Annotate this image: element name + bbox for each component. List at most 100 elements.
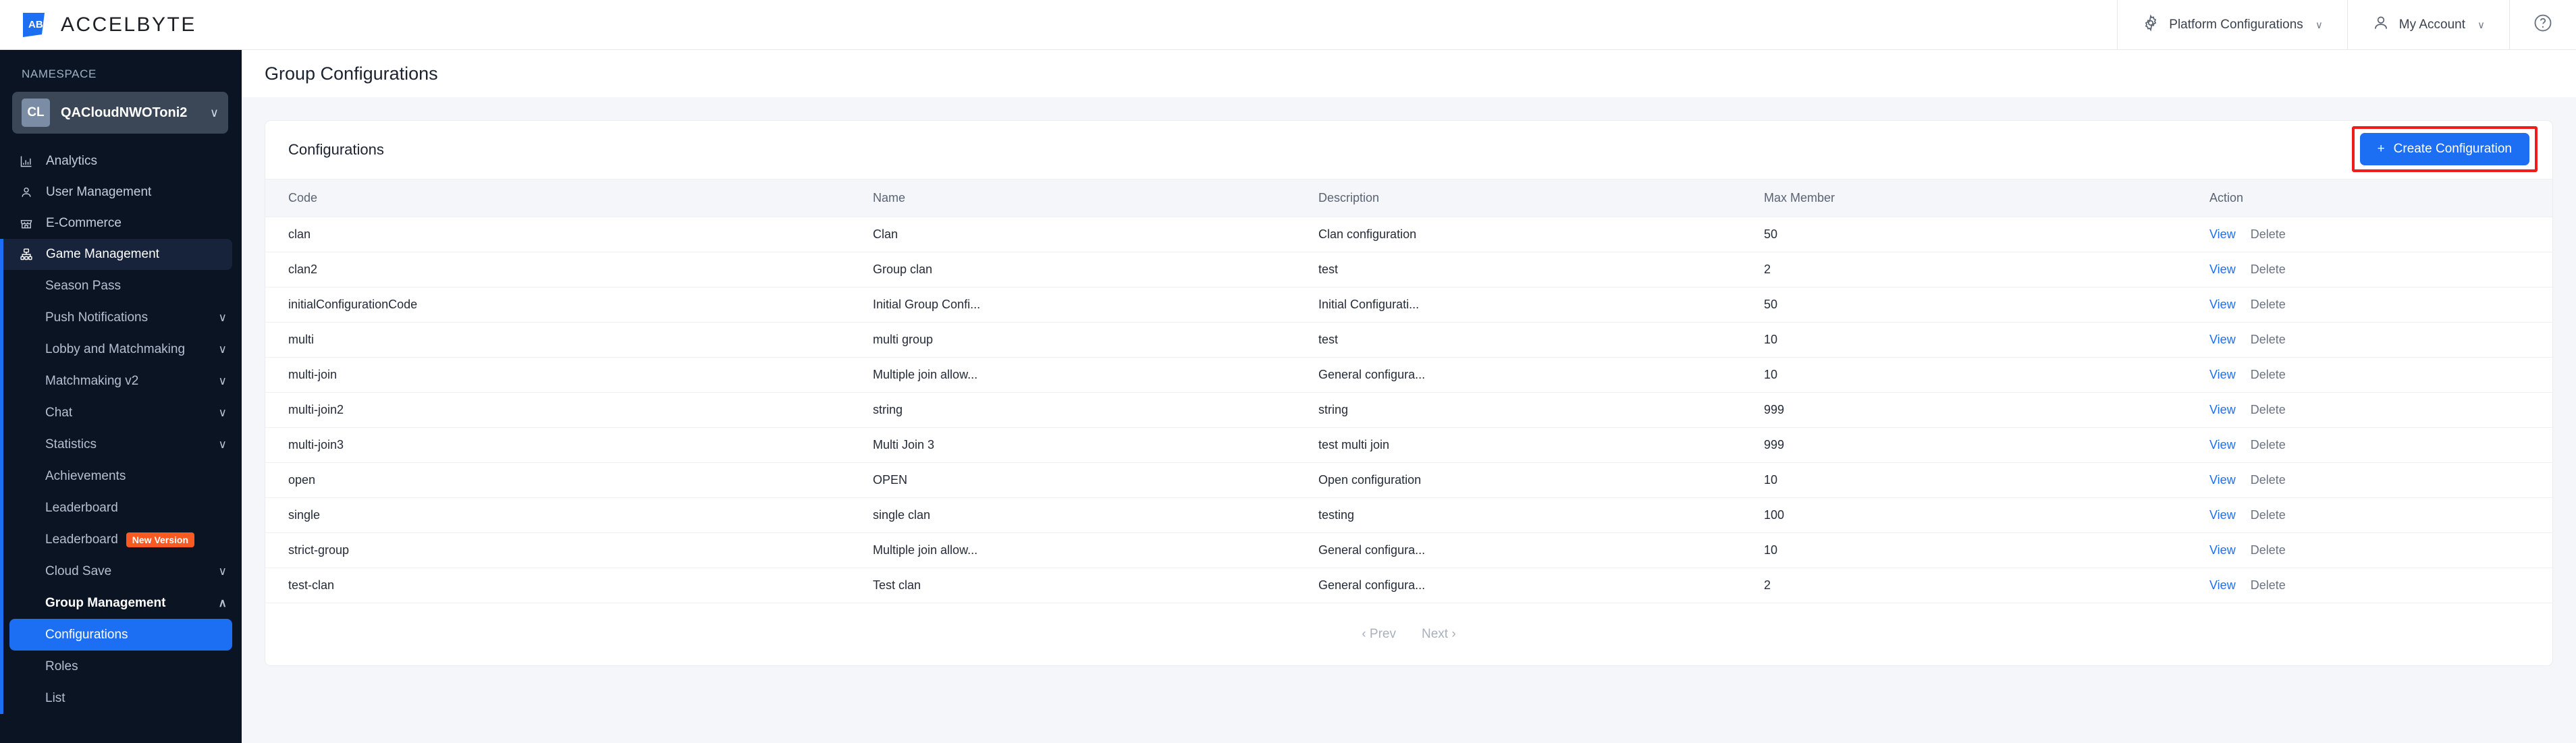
view-button[interactable]: View	[2209, 263, 2236, 276]
cell-action: View Delete	[2209, 252, 2552, 287]
cell-description: Initial Configurati...	[1318, 287, 1764, 323]
column-header-max-member[interactable]: Max Member	[1764, 179, 2209, 217]
sidebar-item-push-notifications[interactable]: Push Notifications ∨	[3, 302, 242, 333]
view-button[interactable]: View	[2209, 368, 2236, 381]
help-circle-icon	[2533, 13, 2553, 36]
sidebar: NAMESPACE CL QACloudNWOToni2 ∨ Analytics…	[0, 50, 242, 743]
chevron-down-icon: ∨	[218, 437, 227, 451]
sidebar-item-label: User Management	[46, 185, 152, 199]
cell-description: test	[1318, 322, 1764, 358]
cell-action: View Delete	[2209, 568, 2552, 603]
sidebar-item-lobby-and-matchmaking[interactable]: Lobby and Matchmaking ∨	[3, 333, 242, 365]
card-header: Configurations + Create Configuration	[265, 121, 2552, 179]
sidebar-item-cloud-save[interactable]: Cloud Save ∨	[3, 555, 242, 587]
table-row: strict-group Multiple join allow... Genera…	[265, 532, 2552, 568]
delete-button[interactable]: Delete	[2251, 508, 2286, 522]
cell-name: string	[873, 392, 1318, 428]
main-content: Group Configurations Configurations + Cr…	[242, 50, 2576, 743]
sidebar-item-analytics[interactable]: Analytics	[0, 146, 242, 177]
sidebar-item-label: Lobby and Matchmaking	[45, 341, 186, 356]
brand-name: ACCELBYTE	[61, 13, 196, 36]
view-button[interactable]: View	[2209, 473, 2236, 487]
view-button[interactable]: View	[2209, 578, 2236, 592]
store-icon	[19, 216, 34, 231]
view-button[interactable]: View	[2209, 543, 2236, 557]
cell-max-member: 10	[1764, 357, 2209, 393]
sidebar-item-season-pass[interactable]: Season Pass	[3, 270, 242, 302]
delete-button[interactable]: Delete	[2251, 438, 2286, 451]
cell-max-member: 100	[1764, 497, 2209, 533]
cell-action: View Delete	[2209, 217, 2552, 252]
column-header-description[interactable]: Description	[1318, 179, 1764, 217]
plus-icon: +	[2377, 142, 2385, 156]
sidebar-item-roles[interactable]: Roles	[3, 651, 242, 682]
namespace-selector[interactable]: CL QACloudNWOToni2 ∨	[12, 92, 228, 134]
sidebar-item-achievements[interactable]: Achievements	[3, 460, 242, 492]
delete-button[interactable]: Delete	[2251, 403, 2286, 416]
sidebar-item-leaderboard[interactable]: Leaderboard	[3, 492, 242, 524]
view-button[interactable]: View	[2209, 227, 2236, 241]
cell-description: General configura...	[1318, 357, 1764, 393]
sidebar-item-configurations[interactable]: Configurations	[9, 619, 232, 651]
cell-description: test	[1318, 252, 1764, 287]
cell-max-member: 999	[1764, 392, 2209, 428]
sidebar-item-statistics[interactable]: Statistics ∨	[3, 429, 242, 460]
column-header-name[interactable]: Name	[873, 179, 1318, 217]
sidebar-item-e-commerce[interactable]: E-Commerce	[0, 208, 242, 239]
sidebar-item-list[interactable]: List	[3, 682, 242, 714]
configurations-table: Code Name Description Max Member Action …	[265, 179, 2552, 603]
sidebar-item-group-management[interactable]: Group Management ∧	[3, 587, 242, 619]
sidebar-item-user-management[interactable]: User Management	[0, 177, 242, 208]
sidebar-item-leaderboard-new-version[interactable]: Leaderboard New Version	[3, 524, 242, 555]
help-button[interactable]	[2509, 0, 2576, 50]
create-configuration-button[interactable]: + Create Configuration	[2359, 133, 2529, 165]
cell-code: multi-join3	[265, 427, 873, 463]
my-account-menu[interactable]: My Account ∨	[2346, 0, 2509, 50]
cell-action: View Delete	[2209, 322, 2552, 358]
brand-logo[interactable]: AB ACCELBYTE	[0, 10, 196, 40]
sidebar-item-game-management[interactable]: Game Management	[0, 239, 232, 270]
view-button[interactable]: View	[2209, 508, 2236, 522]
chevron-right-icon: ›	[1451, 627, 1456, 641]
next-page-label: Next	[1422, 627, 1449, 641]
table-row: single single clan testing 100 View Delete	[265, 497, 2552, 533]
delete-button[interactable]: Delete	[2251, 333, 2286, 346]
platform-configurations-menu[interactable]: Platform Configurations ∨	[2117, 0, 2347, 50]
column-header-code[interactable]: Code	[265, 179, 873, 217]
cell-code: clan	[265, 217, 873, 252]
view-button[interactable]: View	[2209, 298, 2236, 311]
delete-button[interactable]: Delete	[2251, 543, 2286, 557]
chevron-down-icon: ∨	[218, 564, 227, 578]
prev-page-button[interactable]: ‹ Prev	[1362, 627, 1396, 642]
delete-button[interactable]: Delete	[2251, 368, 2286, 381]
top-bar: AB ACCELBYTE Platform Configurations ∨ M…	[0, 0, 2576, 50]
sidebar-item-label: Achievements	[45, 468, 126, 483]
sidebar-item-label: Game Management	[46, 247, 159, 261]
sidebar-item-label: Push Notifications	[45, 310, 149, 325]
column-header-action: Action	[2209, 179, 2552, 217]
sidebar-item-label: Analytics	[46, 154, 98, 168]
table-header: Code Name Description Max Member Action	[265, 179, 2552, 217]
delete-button[interactable]: Delete	[2251, 227, 2286, 241]
view-button[interactable]: View	[2209, 333, 2236, 346]
cell-action: View Delete	[2209, 392, 2552, 428]
next-page-button[interactable]: Next ›	[1422, 627, 1456, 642]
cell-name: Group clan	[873, 252, 1318, 287]
view-button[interactable]: View	[2209, 438, 2236, 451]
view-button[interactable]: View	[2209, 403, 2236, 416]
delete-button[interactable]: Delete	[2251, 263, 2286, 276]
chevron-down-icon: ∨	[218, 374, 227, 387]
chevron-left-icon: ‹	[1362, 627, 1366, 641]
sidebar-item-chat[interactable]: Chat ∨	[3, 397, 242, 429]
delete-button[interactable]: Delete	[2251, 473, 2286, 487]
chevron-down-icon: ∨	[2315, 19, 2323, 31]
cell-action: View Delete	[2209, 497, 2552, 533]
delete-button[interactable]: Delete	[2251, 298, 2286, 311]
table-row: multi-join3 Multi Join 3 test multi join 99…	[265, 427, 2552, 463]
accelbyte-logo-icon: AB	[20, 10, 50, 40]
delete-button[interactable]: Delete	[2251, 578, 2286, 592]
sidebar-item-matchmaking-v2[interactable]: Matchmaking v2 ∨	[3, 365, 242, 397]
cell-description: General configura...	[1318, 568, 1764, 603]
configurations-card: Configurations + Create Configuration Co…	[265, 120, 2553, 666]
cell-action: View Delete	[2209, 462, 2552, 498]
